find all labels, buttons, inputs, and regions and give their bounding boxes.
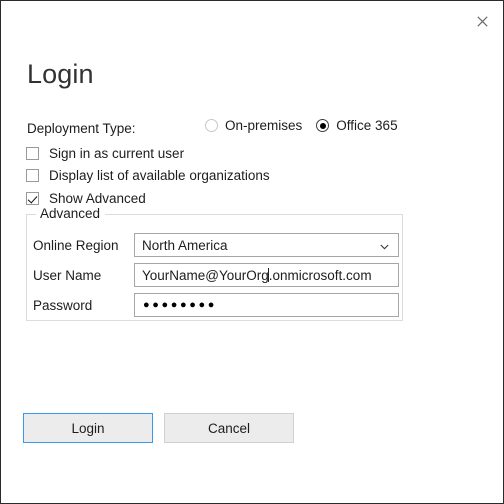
- radio-office-365[interactable]: Office 365: [316, 118, 398, 133]
- login-button[interactable]: Login: [23, 413, 153, 443]
- radio-office-365-label: Office 365: [336, 118, 398, 133]
- password-masked-value: ●●●●●●●●: [143, 299, 217, 311]
- checkbox-label: Show Advanced: [49, 191, 146, 206]
- online-region-label: Online Region: [33, 237, 119, 253]
- user-name-row: User Name YourName@YourOrg.onmicrosoft.c…: [27, 263, 402, 287]
- page-title: Login: [27, 59, 94, 89]
- radio-selected-icon: [316, 119, 330, 132]
- checkbox-checked-icon: [26, 192, 39, 205]
- online-region-row: Online Region North America: [27, 233, 402, 257]
- checkbox-label: Display list of available organizations: [49, 168, 270, 183]
- checkbox-icon: [26, 147, 39, 160]
- deployment-type-radio-group: On-premises Office 365: [205, 118, 398, 133]
- radio-icon: [205, 119, 218, 132]
- chevron-down-icon: [380, 240, 389, 250]
- radio-on-premises[interactable]: On-premises: [205, 118, 302, 133]
- checkbox-sign-in-as-current-user[interactable]: Sign in as current user: [26, 146, 184, 161]
- advanced-group: Advanced Online Region North America Use…: [26, 206, 403, 321]
- checkbox-display-list-of-available-organizations[interactable]: Display list of available organizations: [26, 168, 270, 183]
- online-region-select[interactable]: North America: [134, 233, 399, 257]
- password-row: Password ●●●●●●●●: [27, 293, 402, 317]
- deployment-type-label: Deployment Type:: [27, 120, 136, 136]
- user-name-value: YourName@YourOrg.onmicrosoft.com: [135, 267, 372, 283]
- close-icon[interactable]: [467, 7, 497, 35]
- advanced-group-legend: Advanced: [36, 206, 106, 221]
- checkbox-show-advanced[interactable]: Show Advanced: [26, 191, 146, 206]
- checkbox-icon: [26, 169, 39, 182]
- user-name-value-after-caret: .onmicrosoft.com: [268, 267, 372, 283]
- deployment-type-row: Deployment Type: On-premises Office 365: [27, 118, 467, 138]
- user-name-input[interactable]: YourName@YourOrg.onmicrosoft.com: [134, 263, 399, 287]
- checkbox-label: Sign in as current user: [49, 146, 185, 161]
- password-label: Password: [33, 297, 93, 313]
- radio-on-premises-label: On-premises: [225, 118, 303, 133]
- cancel-button[interactable]: Cancel: [164, 413, 294, 443]
- user-name-label: User Name: [33, 267, 102, 283]
- login-dialog: Login Deployment Type: On-premises Offic…: [0, 0, 504, 504]
- online-region-value: North America: [142, 237, 228, 253]
- password-input[interactable]: ●●●●●●●●: [134, 293, 399, 317]
- dialog-button-bar: Login Cancel: [23, 413, 294, 443]
- user-name-value-before-caret: YourName@YourOrg: [142, 267, 269, 283]
